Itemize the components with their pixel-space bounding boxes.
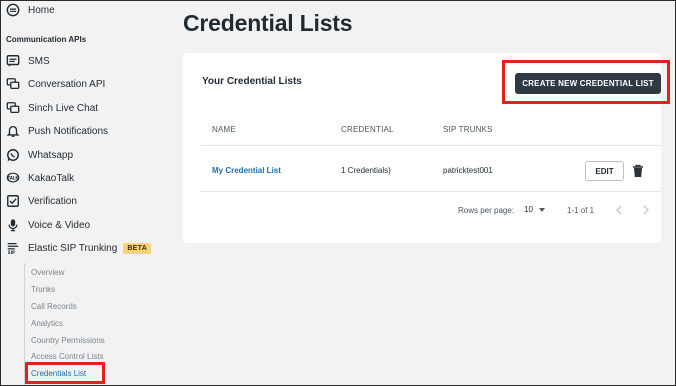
subnav-item-overview[interactable]: Overview <box>31 268 64 277</box>
highlight-box-create-button <box>502 60 670 104</box>
page-title: Credential Lists <box>183 10 353 36</box>
sidebar-item-label: Sinch Live Chat <box>28 102 99 114</box>
chevron-right-icon[interactable] <box>640 203 652 217</box>
subnav-item-access-control-lists[interactable]: Access Control Lists <box>31 352 103 361</box>
column-header-sip-trunks: SIP TRUNKS <box>443 125 493 134</box>
sidebar-item-label: Elastic SIP Trunking <box>28 242 118 254</box>
chat-icon <box>6 101 20 115</box>
bell-icon <box>6 124 20 138</box>
trash-icon[interactable] <box>631 163 645 179</box>
rows-per-page-value: 10 <box>524 205 533 214</box>
credential-count: 1 Credentials) <box>341 166 391 175</box>
sidebar-item-label: Home <box>28 4 55 16</box>
credential-list-name-link[interactable]: My Credential List <box>212 166 281 175</box>
highlight-box-credentials-list <box>25 362 105 384</box>
svg-text:SIP: SIP <box>8 250 15 255</box>
rows-per-page-label: Rows per page: <box>458 206 515 215</box>
conversation-icon <box>6 77 20 91</box>
subnav-item-analytics[interactable]: Analytics <box>31 319 63 328</box>
sidebar-item-push-notifications[interactable]: Push Notifications <box>6 121 108 141</box>
svg-text:TALK: TALK <box>8 175 20 180</box>
voice-icon <box>6 218 20 232</box>
home-icon <box>6 3 20 17</box>
whatsapp-icon <box>6 148 20 162</box>
sip-trunks-value: patricktest001 <box>443 166 493 175</box>
column-header-credential: CREDENTIAL <box>341 125 394 134</box>
sidebar-item-elastic-sip-trunking[interactable]: SIP Elastic SIP Trunking BETA <box>6 238 152 258</box>
sidebar-item-verification[interactable]: Verification <box>6 191 77 211</box>
header-divider <box>201 145 661 146</box>
kakaotalk-icon: TALK <box>6 171 20 185</box>
rows-per-page-select[interactable]: 10 <box>524 205 545 214</box>
column-header-name: NAME <box>212 125 236 134</box>
sidebar-item-label: SMS <box>28 55 50 67</box>
card-title: Your Credential Lists <box>202 76 302 87</box>
checkbox-icon <box>6 194 20 208</box>
pagination-range: 1-1 of 1 <box>567 206 595 215</box>
sidebar-item-sms[interactable]: SMS <box>6 51 50 71</box>
sidebar-item-label: KakaoTalk <box>28 172 75 184</box>
sidebar-item-label: Whatsapp <box>28 149 74 161</box>
beta-badge: BETA <box>123 242 152 254</box>
edit-button[interactable]: EDIT <box>585 161 624 181</box>
subnav-item-call-records[interactable]: Call Records <box>31 302 77 311</box>
sidebar-item-voice-video[interactable]: Voice & Video <box>6 215 90 235</box>
sidebar-item-label: Conversation API <box>28 78 106 90</box>
section-title: Communication APIs <box>6 35 87 44</box>
sms-icon <box>6 54 20 68</box>
sidebar: Home Communication APIs SMS Conversation… <box>0 0 170 386</box>
row-divider <box>201 191 661 192</box>
sidebar-item-home[interactable]: Home <box>6 0 55 20</box>
sidebar-item-label: Verification <box>28 195 77 207</box>
caret-down-icon <box>538 207 545 212</box>
sidebar-item-label: Voice & Video <box>28 219 91 231</box>
subnav-item-trunks[interactable]: Trunks <box>31 285 55 294</box>
chevron-left-icon[interactable] <box>613 203 625 217</box>
subnav-item-country-permissions[interactable]: Country Permissions <box>31 336 105 345</box>
sidebar-item-whatsapp[interactable]: Whatsapp <box>6 145 73 165</box>
sip-icon: SIP <box>6 241 20 255</box>
sidebar-item-label: Push Notifications <box>28 125 109 137</box>
sidebar-item-kakaotalk[interactable]: TALK KakaoTalk <box>6 168 74 188</box>
sidebar-item-conversation-api[interactable]: Conversation API <box>6 74 105 94</box>
sidebar-item-sinch-live-chat[interactable]: Sinch Live Chat <box>6 98 98 118</box>
